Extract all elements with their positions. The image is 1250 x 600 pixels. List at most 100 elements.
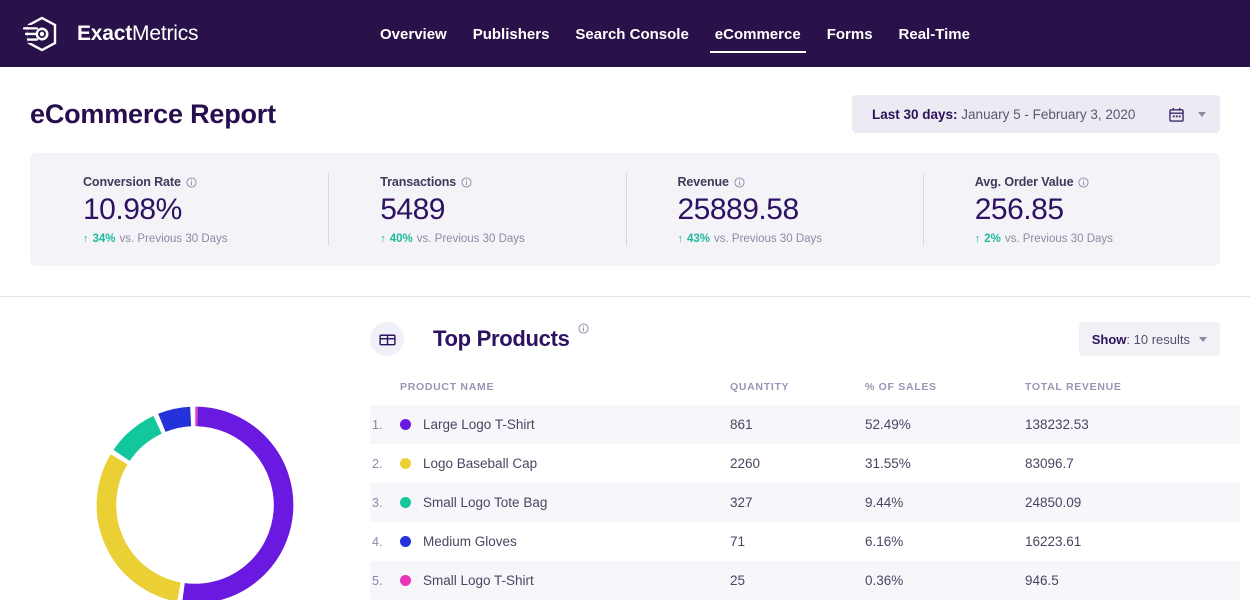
show-results-dropdown[interactable]: Show: 10 results bbox=[1078, 322, 1220, 356]
col-total-revenue: TOTAL REVENUE bbox=[1025, 381, 1122, 393]
kpi-delta-suffix: vs. Previous 30 Days bbox=[119, 233, 228, 245]
arrow-up-icon: ↑ bbox=[380, 233, 386, 245]
chevron-down-icon[interactable] bbox=[1199, 336, 1207, 342]
top-products-table: PRODUCT NAME QUANTITY % OF SALES TOTAL R… bbox=[370, 367, 1240, 600]
row-pct-of-sales: 31.55% bbox=[865, 456, 911, 471]
nav-item-ecommerce[interactable]: eCommerce bbox=[702, 3, 814, 65]
kpi-delta-suffix: vs. Previous 30 Days bbox=[416, 233, 525, 245]
info-icon[interactable] bbox=[186, 176, 197, 188]
box-icon bbox=[370, 322, 404, 356]
top-navigation-bar: ExactMetrics Overview Publishers Search … bbox=[0, 0, 1250, 67]
kpi-label-text: Avg. Order Value bbox=[974, 175, 1074, 189]
arrow-up-icon: ↑ bbox=[974, 233, 981, 245]
row-product-name: Medium Gloves bbox=[400, 522, 730, 561]
date-range-value: January 5 - February 3, 2020 bbox=[957, 106, 1136, 122]
row-product-name: Small Logo T-Shirt bbox=[400, 561, 730, 600]
row-quantity: 327 bbox=[730, 495, 753, 510]
top-products-header: Top Products Show: 10 results bbox=[370, 311, 1240, 367]
table-row[interactable]: 5. Small Logo T-Shirt 25 0.36% 946.5 bbox=[370, 561, 1240, 600]
arrow-up-icon: ↑ bbox=[677, 233, 684, 245]
table-row[interactable]: 2. Logo Baseball Cap 2260 31.55% 83096.7 bbox=[370, 444, 1240, 483]
kpi-delta-value: 40% bbox=[389, 233, 413, 245]
donut-slice-3[interactable] bbox=[113, 415, 163, 462]
kpi-revenue: Revenue 25889.58 ↑ 43% vs. Previous 30 D… bbox=[625, 153, 923, 266]
brand-logo[interactable]: ExactMetrics bbox=[22, 14, 199, 54]
kpi-delta: ↑ 34% vs. Previous 30 Days bbox=[83, 233, 328, 245]
date-range-label: Last 30 days: January 5 - February 3, 20… bbox=[872, 107, 1135, 122]
info-icon[interactable] bbox=[1078, 176, 1089, 188]
kpi-label: Avg. Order Value bbox=[975, 175, 1220, 189]
col-product-name: PRODUCT NAME bbox=[400, 381, 495, 393]
series-color-swatch bbox=[400, 575, 411, 586]
series-color-swatch bbox=[400, 458, 411, 469]
row-product-name: Large Logo T-Shirt bbox=[400, 405, 730, 444]
row-quantity: 861 bbox=[730, 417, 753, 432]
nav-item-search-console[interactable]: Search Console bbox=[562, 3, 701, 65]
chevron-down-icon[interactable] bbox=[1198, 111, 1206, 117]
brand-name-light: Metrics bbox=[132, 21, 199, 45]
kpi-label: Conversion Rate bbox=[83, 175, 328, 189]
row-total-revenue: 138232.53 bbox=[1025, 417, 1089, 432]
date-range-controls bbox=[1169, 107, 1206, 122]
top-products-title: Top Products bbox=[433, 326, 570, 351]
kpi-transactions: Transactions 5489 ↑ 40% vs. Previous 30 … bbox=[328, 153, 625, 266]
info-icon[interactable] bbox=[578, 323, 589, 334]
row-total-revenue: 946.5 bbox=[1025, 573, 1059, 588]
row-index: 5. bbox=[372, 573, 383, 588]
nav-item-publishers[interactable]: Publishers bbox=[460, 3, 563, 65]
date-range-picker[interactable]: Last 30 days: January 5 - February 3, 20… bbox=[852, 95, 1220, 133]
row-quantity: 25 bbox=[730, 573, 746, 588]
kpi-value: 10.98% bbox=[83, 193, 182, 226]
top-products-table-column: Top Products Show: 10 results PRODUCT NA… bbox=[370, 311, 1250, 600]
show-results-label: Show: 10 results bbox=[1092, 332, 1190, 347]
donut-chart-column bbox=[0, 311, 370, 600]
primary-nav: Overview Publishers Search Console eComm… bbox=[367, 0, 983, 67]
page-title: eCommerce Report bbox=[30, 98, 276, 129]
donut-slice-4[interactable] bbox=[158, 406, 192, 433]
product-name-text: Small Logo T-Shirt bbox=[423, 573, 534, 588]
info-icon[interactable] bbox=[461, 176, 472, 188]
product-name-text: Medium Gloves bbox=[423, 534, 517, 549]
table-row[interactable]: 4. Medium Gloves 71 6.16% 16223.61 bbox=[370, 522, 1240, 561]
row-product-name: Small Logo Tote Bag bbox=[400, 483, 730, 522]
table-row[interactable]: 1. Large Logo T-Shirt 861 52.49% 138232.53 bbox=[370, 405, 1240, 444]
kpi-label-text: Transactions bbox=[380, 175, 457, 189]
series-color-swatch bbox=[400, 419, 411, 430]
donut-slice-2[interactable] bbox=[96, 454, 181, 600]
row-product-name: Logo Baseball Cap bbox=[400, 444, 730, 483]
kpi-label: Transactions bbox=[380, 175, 625, 189]
kpi-value: 256.85 bbox=[974, 193, 1064, 226]
kpi-delta-suffix: vs. Previous 30 Days bbox=[1004, 233, 1113, 245]
kpi-delta: ↑ 40% vs. Previous 30 Days bbox=[380, 233, 625, 245]
row-index: 4. bbox=[372, 534, 383, 549]
table-body: 1. Large Logo T-Shirt 861 52.49% 138232.53 2.… bbox=[370, 405, 1240, 600]
kpi-delta: ↑ 2% vs. Previous 30 Days bbox=[975, 233, 1220, 245]
calendar-icon[interactable] bbox=[1169, 107, 1184, 122]
product-name-text: Small Logo Tote Bag bbox=[423, 495, 548, 510]
table-row[interactable]: 3. Small Logo Tote Bag 327 9.44% 24850.09 bbox=[370, 483, 1240, 522]
info-icon[interactable] bbox=[734, 176, 745, 188]
kpi-delta-value: 34% bbox=[92, 233, 116, 245]
row-total-revenue: 83096.7 bbox=[1025, 456, 1074, 471]
nav-item-forms[interactable]: Forms bbox=[814, 3, 886, 65]
kpi-conversion-rate: Conversion Rate 10.98% ↑ 34% vs. Previou… bbox=[30, 153, 328, 266]
kpi-delta-suffix: vs. Previous 30 Days bbox=[714, 233, 823, 245]
row-total-revenue: 24850.09 bbox=[1025, 495, 1082, 510]
product-name-text: Logo Baseball Cap bbox=[423, 456, 538, 471]
arrow-up-icon: ↑ bbox=[83, 233, 89, 245]
kpi-avg-order-value: Avg. Order Value 256.85 ↑ 2% vs. Previou… bbox=[922, 153, 1220, 266]
table-header: PRODUCT NAME QUANTITY % OF SALES TOTAL R… bbox=[370, 367, 1240, 405]
nav-item-real-time[interactable]: Real-Time bbox=[886, 3, 983, 65]
col-pct-of-sales: % OF SALES bbox=[865, 381, 937, 393]
col-index bbox=[370, 367, 400, 405]
page-header: eCommerce Report Last 30 days: January 5… bbox=[0, 79, 1250, 149]
donut-slice-1[interactable] bbox=[182, 406, 294, 600]
kpi-label-text: Conversion Rate bbox=[83, 175, 181, 189]
brand-wordmark: ExactMetrics bbox=[77, 21, 199, 46]
nav-item-overview[interactable]: Overview bbox=[367, 3, 460, 65]
top-products-donut-chart[interactable] bbox=[92, 402, 298, 600]
series-color-swatch bbox=[400, 536, 411, 547]
show-results-prefix: Show bbox=[1091, 331, 1127, 347]
kpi-value: 25889.58 bbox=[677, 193, 800, 226]
kpi-delta-value: 43% bbox=[687, 233, 711, 245]
